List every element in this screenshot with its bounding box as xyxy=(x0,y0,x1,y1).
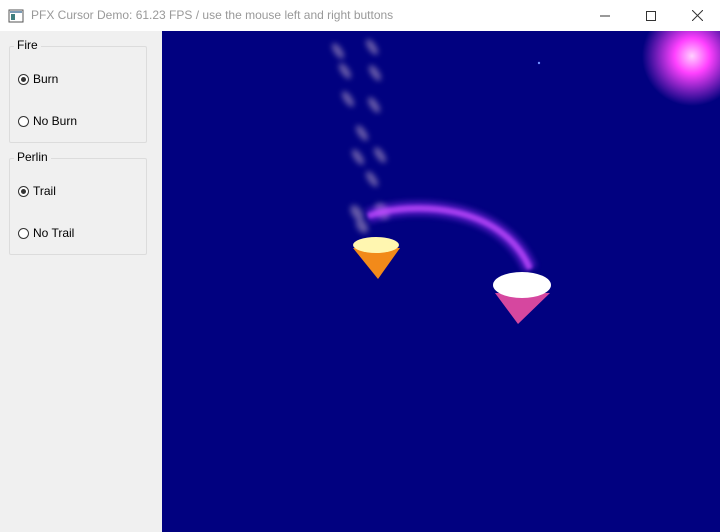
fire-group-title: Fire xyxy=(14,38,41,52)
radio-unchecked-icon[interactable] xyxy=(18,115,29,127)
perlin-group-title: Perlin xyxy=(14,150,51,164)
radio-checked-icon[interactable] xyxy=(18,73,29,85)
orange-cone-cursor xyxy=(353,237,400,279)
maximize-button[interactable] xyxy=(628,0,674,31)
no-trail-radio-label: No Trail xyxy=(33,226,75,240)
spark-particle xyxy=(537,61,541,65)
close-icon xyxy=(691,10,703,21)
maximize-icon xyxy=(646,10,656,21)
particle-scene xyxy=(331,31,720,324)
close-button[interactable] xyxy=(674,0,720,31)
window-title: PFX Cursor Demo: 61.23 FPS / use the mou… xyxy=(31,8,394,22)
particle-trail xyxy=(365,201,537,273)
app-window: PFX Cursor Demo: 61.23 FPS / use the mou… xyxy=(0,0,720,532)
radio-checked-icon[interactable] xyxy=(18,185,29,197)
render-viewport[interactable] xyxy=(162,31,720,532)
options-panel: Fire Burn No Burn Perlin Trail No Trail xyxy=(0,31,162,532)
no-burn-radio[interactable]: No Burn xyxy=(18,114,77,128)
trail-radio[interactable]: Trail xyxy=(18,184,56,198)
pink-cone-cursor xyxy=(493,272,551,324)
glow-orb xyxy=(642,31,720,106)
no-burn-radio-label: No Burn xyxy=(33,114,78,128)
perlin-group: Perlin Trail No Trail xyxy=(9,150,147,255)
minimize-button[interactable] xyxy=(582,0,628,31)
radio-unchecked-icon[interactable] xyxy=(18,227,29,239)
fire-group: Fire Burn No Burn xyxy=(9,38,147,143)
trail-radio-label: Trail xyxy=(33,184,56,198)
title-bar[interactable]: PFX Cursor Demo: 61.23 FPS / use the mou… xyxy=(0,0,720,31)
burn-radio-label: Burn xyxy=(33,72,59,86)
minimize-icon xyxy=(600,15,610,16)
no-trail-radio[interactable]: No Trail xyxy=(18,226,74,240)
burn-radio[interactable]: Burn xyxy=(18,72,58,86)
app-window-icon xyxy=(8,8,24,24)
